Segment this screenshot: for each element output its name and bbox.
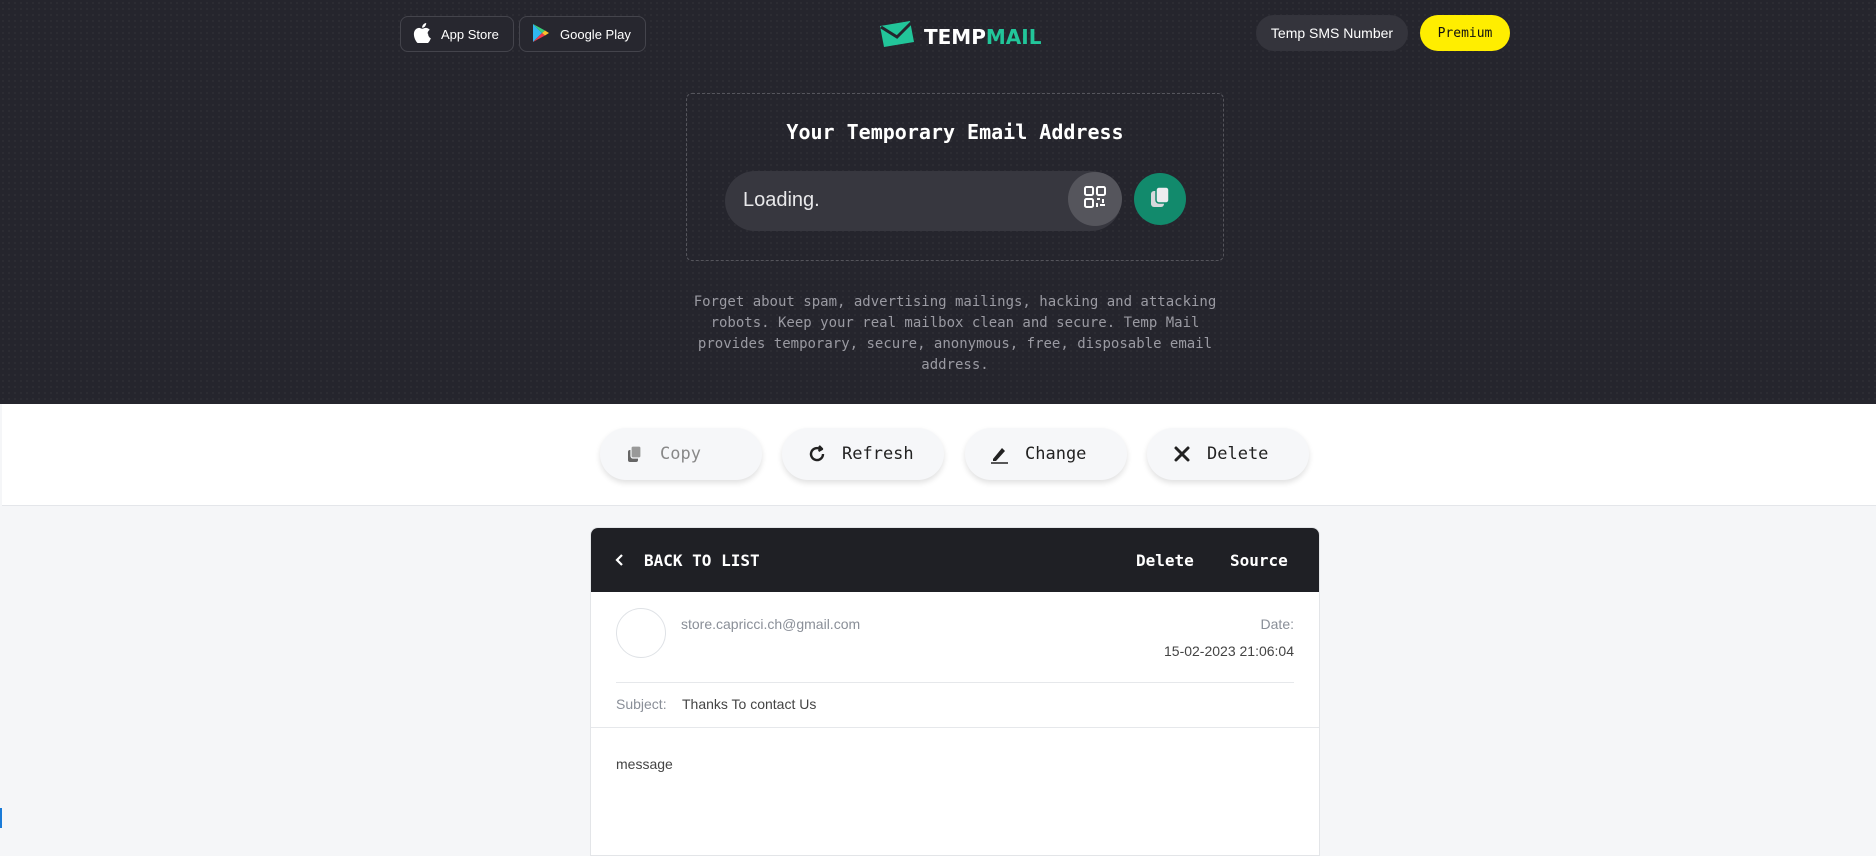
copy-icon (624, 443, 646, 465)
email-address-box: Your Temporary Email Address Loading. (686, 93, 1224, 261)
sender-avatar (616, 608, 666, 658)
tempmail-logo[interactable]: TEMPMAIL (878, 20, 1041, 53)
email-address-field[interactable]: Loading. (725, 171, 1121, 231)
edge-indicator (0, 808, 2, 828)
temp-sms-number-button[interactable]: Temp SMS Number (1256, 15, 1408, 51)
chevron-left-icon[interactable] (615, 552, 625, 573)
message-delete-link[interactable]: Delete (1136, 551, 1194, 570)
subject-value: Thanks To contact Us (682, 696, 817, 712)
message-source-link[interactable]: Source (1230, 551, 1288, 570)
message-toolbar: BACK TO LIST Delete Source (591, 528, 1319, 592)
refresh-label: Refresh (842, 444, 914, 464)
qr-code-icon (1083, 185, 1107, 214)
premium-button[interactable]: Premium (1420, 15, 1510, 51)
subject-label: Subject: (616, 696, 667, 712)
logo-text-temp: TEMP (924, 24, 986, 49)
change-button[interactable]: Change (965, 428, 1127, 480)
email-address-value: Loading. (743, 189, 820, 211)
logo-text-mail: MAIL (985, 24, 1042, 49)
app-store-label: App Store (441, 26, 499, 42)
google-play-icon (532, 23, 550, 46)
message-body: message (616, 756, 673, 772)
refresh-button[interactable]: Refresh (782, 428, 944, 480)
message-card: BACK TO LIST Delete Source store.capricc… (590, 527, 1320, 856)
service-description: Forget about spam, advertising mailings,… (693, 294, 1217, 373)
date-label: Date: (1260, 616, 1294, 632)
copy-icon (1149, 185, 1171, 214)
copy-address-button[interactable] (1134, 173, 1186, 225)
close-icon (1171, 443, 1193, 465)
sender-email: store.capricci.ch@gmail.com (681, 616, 861, 632)
delete-label: Delete (1207, 444, 1269, 464)
copy-label: Copy (660, 444, 701, 464)
refresh-icon (806, 443, 828, 465)
hero-section: App Store Google Play TEMPMAIL Temp SMS … (0, 0, 1876, 404)
copy-button[interactable]: Copy (600, 428, 762, 480)
app-store-button[interactable]: App Store (400, 16, 514, 52)
delete-button[interactable]: Delete (1147, 428, 1309, 480)
apple-icon (413, 22, 431, 46)
date-value: 15-02-2023 21:06:04 (1164, 643, 1294, 659)
qr-code-button[interactable] (1068, 172, 1122, 226)
divider (616, 682, 1294, 683)
change-label: Change (1025, 444, 1087, 464)
back-to-list-link[interactable]: BACK TO LIST (644, 551, 760, 570)
google-play-label: Google Play (560, 26, 631, 42)
address-box-title: Your Temporary Email Address (786, 120, 1124, 144)
google-play-button[interactable]: Google Play (519, 16, 646, 52)
divider (591, 727, 1319, 728)
pen-icon (989, 443, 1011, 465)
envelope-logo-icon (878, 20, 916, 53)
